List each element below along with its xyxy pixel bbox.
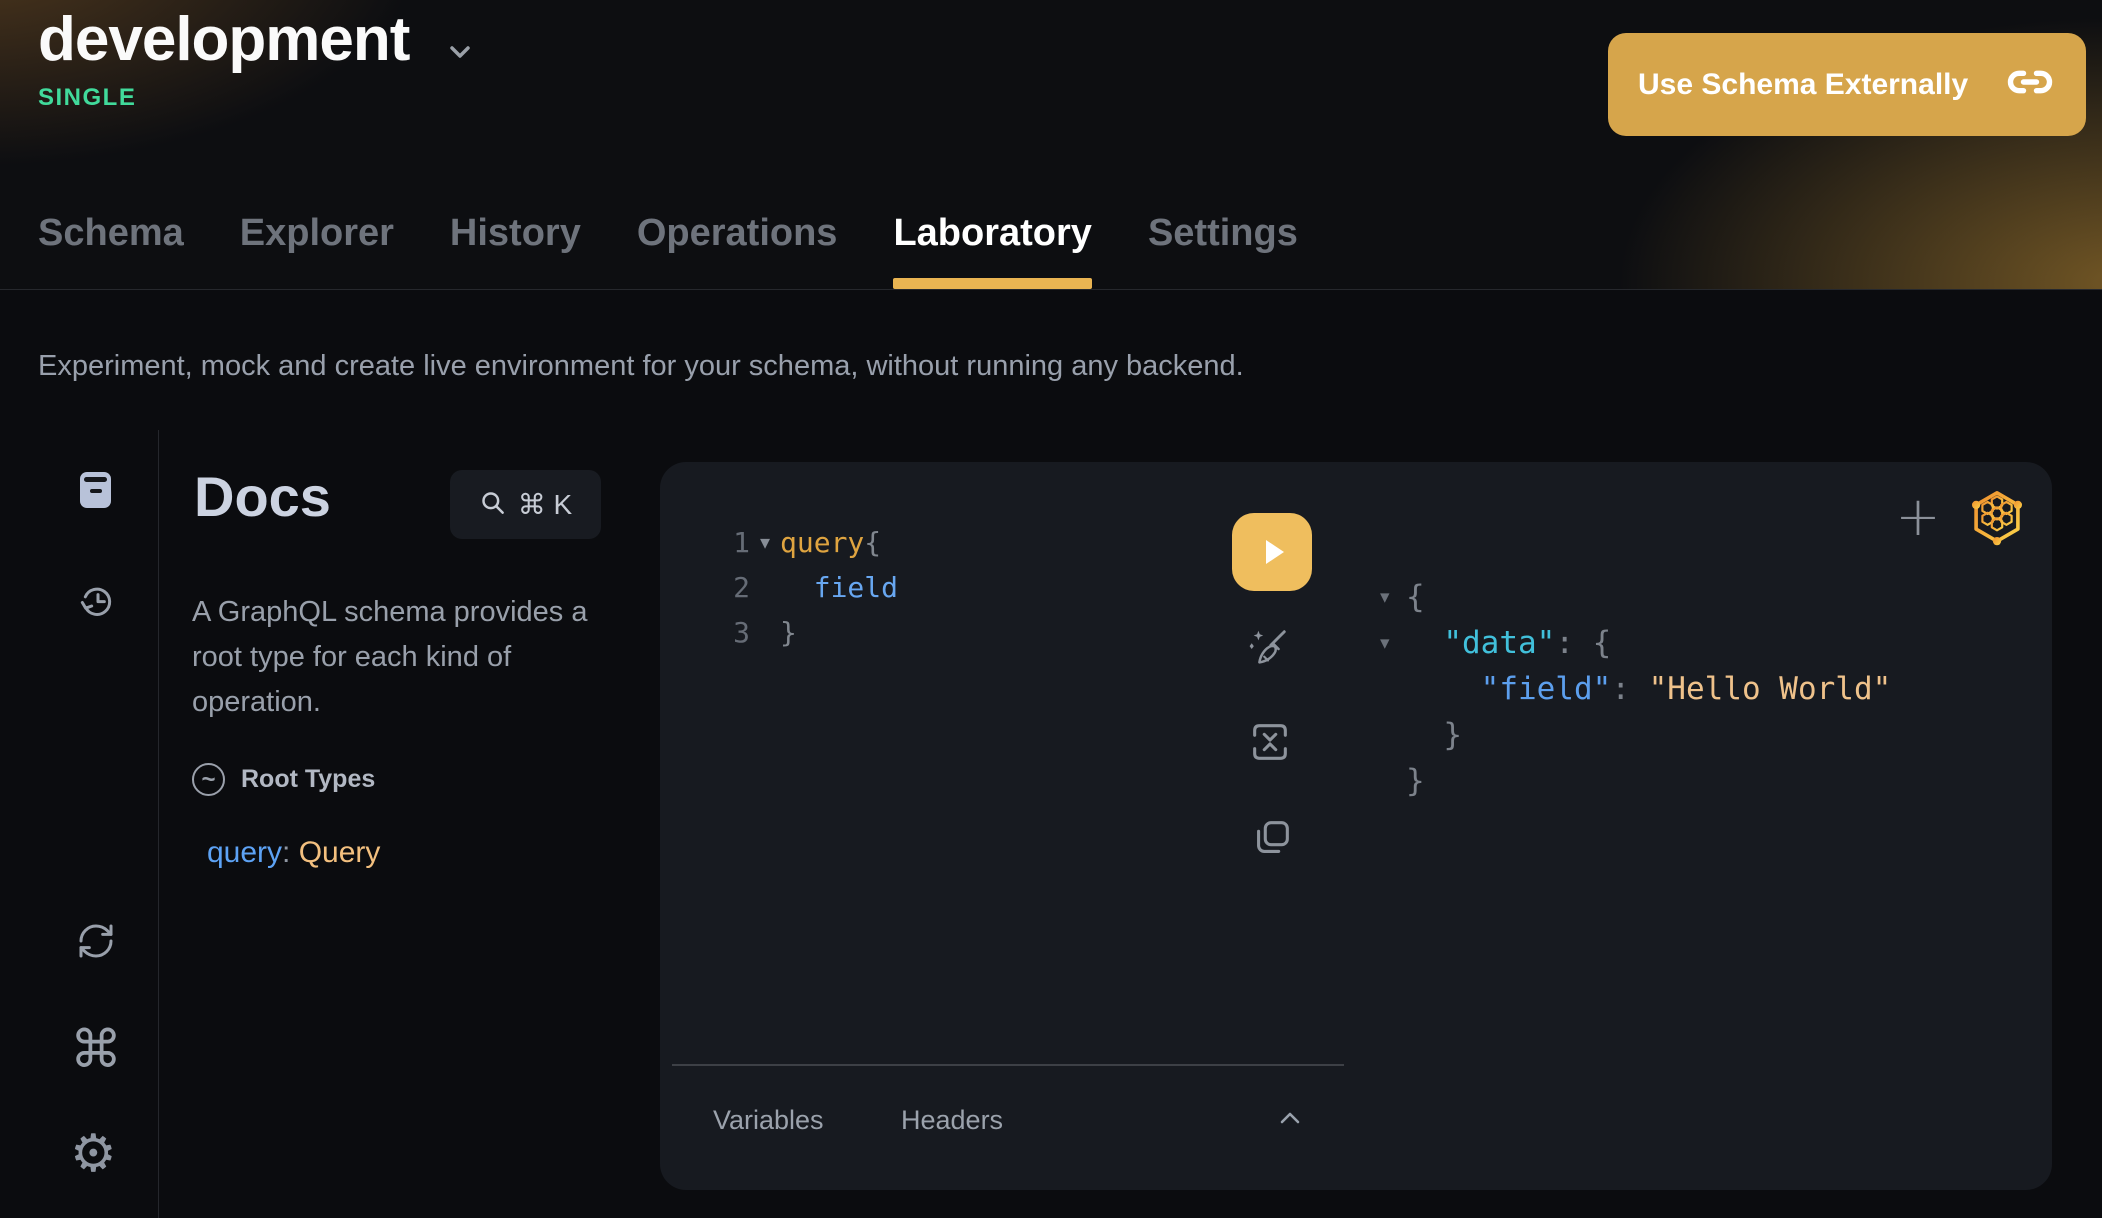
collapse-triangle-icon[interactable]: ▾ [1380, 574, 1406, 620]
command-icon[interactable]: ⌘ [70, 1024, 122, 1076]
graphiql-panel: 1 ▾ query{ 2 field 3 } [660, 462, 2052, 1190]
docs-search-button[interactable]: ⌘ K [450, 470, 601, 539]
tab-operations[interactable]: Operations [637, 212, 838, 289]
add-tab-button[interactable]: + [1892, 486, 1944, 548]
docs-book-icon[interactable] [78, 470, 114, 515]
chevron-down-icon[interactable] [444, 36, 476, 68]
chevron-up-icon[interactable] [1277, 1106, 1303, 1132]
tab-variables[interactable]: Variables [713, 1100, 824, 1140]
search-shortcut: ⌘ K [518, 488, 572, 521]
query-editor[interactable]: 1 ▾ query{ 2 field 3 } [660, 520, 898, 655]
tab-laboratory[interactable]: Laboratory [893, 212, 1091, 289]
project-type-badge: SINGLE [38, 84, 136, 112]
tab-settings[interactable]: Settings [1148, 212, 1298, 289]
hive-logo-icon[interactable] [1968, 488, 2026, 546]
response-line: } [1380, 758, 1891, 804]
root-type-query-link[interactable]: query: Query [207, 836, 380, 870]
response-line: "field": "Hello World" [1380, 666, 1891, 712]
history-clock-icon[interactable] [77, 581, 117, 626]
collapse-triangle-icon[interactable]: ▾ [1380, 620, 1406, 666]
response-line: } [1380, 712, 1891, 758]
sidebar-divider [158, 430, 159, 1218]
active-tab-underline [893, 278, 1091, 289]
page-header: development SINGLE Use Schema Externally… [0, 0, 2102, 290]
editor-line: 1 ▾ query{ [660, 520, 898, 565]
merge-fragments-icon[interactable] [1247, 719, 1293, 765]
tab-headers[interactable]: Headers [901, 1100, 1003, 1140]
response-viewer: ▾ { ▾ "data": { "field": "Hello World" }… [1380, 574, 1891, 804]
play-icon [1250, 530, 1294, 574]
project-title: development [38, 4, 409, 75]
laboratory-page: development SINGLE Use Schema Externally… [0, 0, 2102, 1218]
page-description: Experiment, mock and create live environ… [38, 350, 1244, 383]
settings-gear-icon[interactable]: ⚙ [70, 1128, 117, 1180]
editor-footer-divider [672, 1064, 1344, 1066]
editor-line: 2 field [660, 565, 898, 610]
use-schema-externally-label: Use Schema Externally [1638, 68, 1968, 102]
refresh-icon[interactable] [76, 921, 116, 966]
search-icon [479, 489, 506, 521]
copy-query-icon[interactable] [1249, 815, 1295, 861]
tab-history[interactable]: History [450, 212, 581, 289]
root-types-section: ~ Root Types [192, 763, 375, 796]
tab-explorer[interactable]: Explorer [240, 212, 394, 289]
prettify-broom-icon[interactable] [1245, 625, 1291, 671]
use-schema-externally-button[interactable]: Use Schema Externally [1608, 33, 2086, 136]
root-types-icon: ~ [192, 763, 225, 796]
link-icon [2004, 56, 2056, 113]
main-nav-tabs: Schema Explorer History Operations Labor… [38, 212, 1298, 289]
docs-description: A GraphQL schema provides a root type fo… [192, 590, 632, 725]
docs-title: Docs [194, 464, 331, 529]
editor-line: 3 } [660, 610, 898, 655]
fold-triangle-icon[interactable]: ▾ [750, 520, 780, 565]
tab-schema[interactable]: Schema [38, 212, 184, 289]
execute-query-button[interactable] [1232, 513, 1312, 591]
response-line: ▾ { [1380, 574, 1891, 620]
root-types-label: Root Types [241, 765, 375, 794]
response-line: ▾ "data": { [1380, 620, 1891, 666]
